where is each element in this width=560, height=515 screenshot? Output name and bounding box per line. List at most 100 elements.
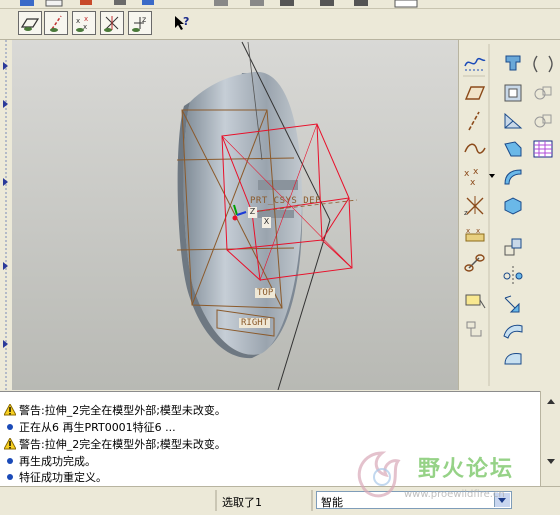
info-bullet-icon xyxy=(7,424,13,430)
warning-icon xyxy=(4,438,16,450)
table-icon xyxy=(533,140,553,158)
mirror-button[interactable] xyxy=(499,262,527,288)
datum-plane-display-icon xyxy=(20,18,40,31)
right-plane-label[interactable]: RIGHT xyxy=(239,318,271,328)
datum-display-toolbar: xxx z ? xyxy=(0,9,560,40)
revolve-icon xyxy=(533,55,553,73)
pattern-button[interactable] xyxy=(499,192,527,218)
expand-arrow-icon[interactable] xyxy=(3,100,8,108)
shell-button[interactable] xyxy=(529,80,557,106)
datum-plane-display-button[interactable] xyxy=(18,11,42,35)
warning-icon xyxy=(4,404,16,416)
status-bar: 选取了1 智能 xyxy=(0,486,560,515)
spin-center-display-button[interactable]: z xyxy=(128,11,152,35)
expand-arrow-icon[interactable] xyxy=(3,340,8,348)
message-line: 警告:拉伸_2完全在模型外部;模型未改变。 xyxy=(4,402,226,418)
move-button[interactable] xyxy=(499,234,527,260)
csys-button[interactable]: z xyxy=(461,192,489,218)
rib-button[interactable] xyxy=(499,108,527,134)
datum-curve-icon xyxy=(464,143,486,154)
copy-icon xyxy=(466,321,482,337)
round-button[interactable] xyxy=(499,136,527,162)
context-help-icon: ? xyxy=(175,15,189,30)
info-bullet-icon xyxy=(7,458,13,464)
selection-filter-select[interactable]: 智能 xyxy=(316,491,512,509)
expand-arrow-icon[interactable] xyxy=(3,62,8,70)
datum-point-button[interactable]: xxx xyxy=(461,164,489,190)
datum-plane-icon xyxy=(464,86,486,100)
scroll-up-icon[interactable] xyxy=(547,399,555,404)
graphics-viewport[interactable]: PRT_CSYS_DEF Z X TOP RIGHT xyxy=(12,40,458,390)
expand-arrow-icon[interactable] xyxy=(3,262,8,270)
shell-icon xyxy=(534,86,552,100)
datum-axis-display-icon xyxy=(50,15,62,32)
datum-axis-display-button[interactable] xyxy=(44,11,68,35)
context-help-button[interactable]: ? xyxy=(170,11,194,35)
insert-feature-icon xyxy=(465,294,486,309)
hole-button[interactable] xyxy=(499,80,527,106)
draft-icon xyxy=(534,114,552,128)
csys-label[interactable]: PRT_CSYS_DEF xyxy=(250,196,321,206)
svg-text:x: x xyxy=(473,167,479,177)
x-axis-label: X xyxy=(262,217,271,228)
spin-center-display-icon: z xyxy=(132,15,146,32)
sketcher-icon xyxy=(464,254,485,272)
datum-point-display-icon: x xx xyxy=(76,15,88,32)
svg-text:x: x xyxy=(76,17,80,25)
draft-button[interactable] xyxy=(529,108,557,134)
sketcher-button[interactable] xyxy=(461,250,489,276)
svg-text:x: x xyxy=(476,227,480,235)
datum-point-display-button[interactable]: xxx xyxy=(72,11,96,35)
analysis-icon: xx xyxy=(465,227,485,242)
top-plane-label[interactable]: TOP xyxy=(255,288,276,298)
datum-plane-button[interactable] xyxy=(461,80,489,106)
scroll-down-icon[interactable] xyxy=(547,459,555,464)
svg-text:?: ? xyxy=(183,15,189,28)
chamfer-icon xyxy=(504,169,522,185)
sketch-curve-button[interactable] xyxy=(461,50,489,76)
revolve-button[interactable] xyxy=(529,50,557,76)
merge-button[interactable] xyxy=(499,290,527,316)
message-scrollbar[interactable] xyxy=(540,391,560,486)
datum-curve-button[interactable] xyxy=(461,136,489,162)
copy-button[interactable] xyxy=(461,316,489,342)
svg-text:x: x xyxy=(470,178,476,188)
svg-text:z: z xyxy=(464,209,468,216)
message-line: 正在从6 再生PRT0001特征6 ... xyxy=(4,419,176,435)
expand-arrow-icon[interactable] xyxy=(3,178,8,186)
info-bullet-icon xyxy=(7,474,13,480)
z-axis-label: Z xyxy=(248,207,257,218)
datum-axis-button[interactable] xyxy=(461,108,489,134)
boundary-icon xyxy=(504,353,522,365)
sketch-curve-icon xyxy=(464,57,486,71)
selection-status: 选取了1 xyxy=(222,496,262,509)
main-toolbar xyxy=(0,0,560,9)
analysis-button[interactable]: xx xyxy=(461,222,489,248)
csys-icon: z xyxy=(464,196,484,216)
message-log: 警告:拉伸_2完全在模型外部;模型未改变。 正在从6 再生PRT0001特征6 … xyxy=(0,391,540,487)
mirror-icon xyxy=(503,266,523,284)
feature-toolbar: xxx z xx xyxy=(458,40,560,390)
datum-axis-icon xyxy=(468,111,480,131)
table-button[interactable] xyxy=(529,136,557,162)
chevron-down-icon[interactable] xyxy=(494,493,510,507)
message-line: 警告:拉伸_2完全在模型外部;模型未改变。 xyxy=(4,436,226,452)
filter-value: 智能 xyxy=(321,496,343,509)
boundary-button[interactable] xyxy=(499,346,527,372)
pattern-icon xyxy=(504,197,522,215)
insert-feature-button[interactable] xyxy=(461,288,489,314)
message-line: 再生成功完成。 xyxy=(4,453,96,469)
datum-csys-display-button[interactable] xyxy=(100,11,124,35)
hole-icon xyxy=(504,84,522,102)
rib-icon xyxy=(504,112,523,129)
chamfer-button[interactable] xyxy=(499,164,527,190)
svg-text:x: x xyxy=(84,15,88,23)
message-line: 特征成功重定义。 xyxy=(4,469,107,485)
move-icon xyxy=(504,238,522,256)
datum-csys-display-icon xyxy=(104,16,119,32)
extrude-icon xyxy=(505,55,521,71)
extrude-button[interactable] xyxy=(499,50,527,76)
surface-icon xyxy=(503,324,523,339)
dropdown-arrow-icon[interactable] xyxy=(489,174,495,178)
surface-button[interactable] xyxy=(499,318,527,344)
